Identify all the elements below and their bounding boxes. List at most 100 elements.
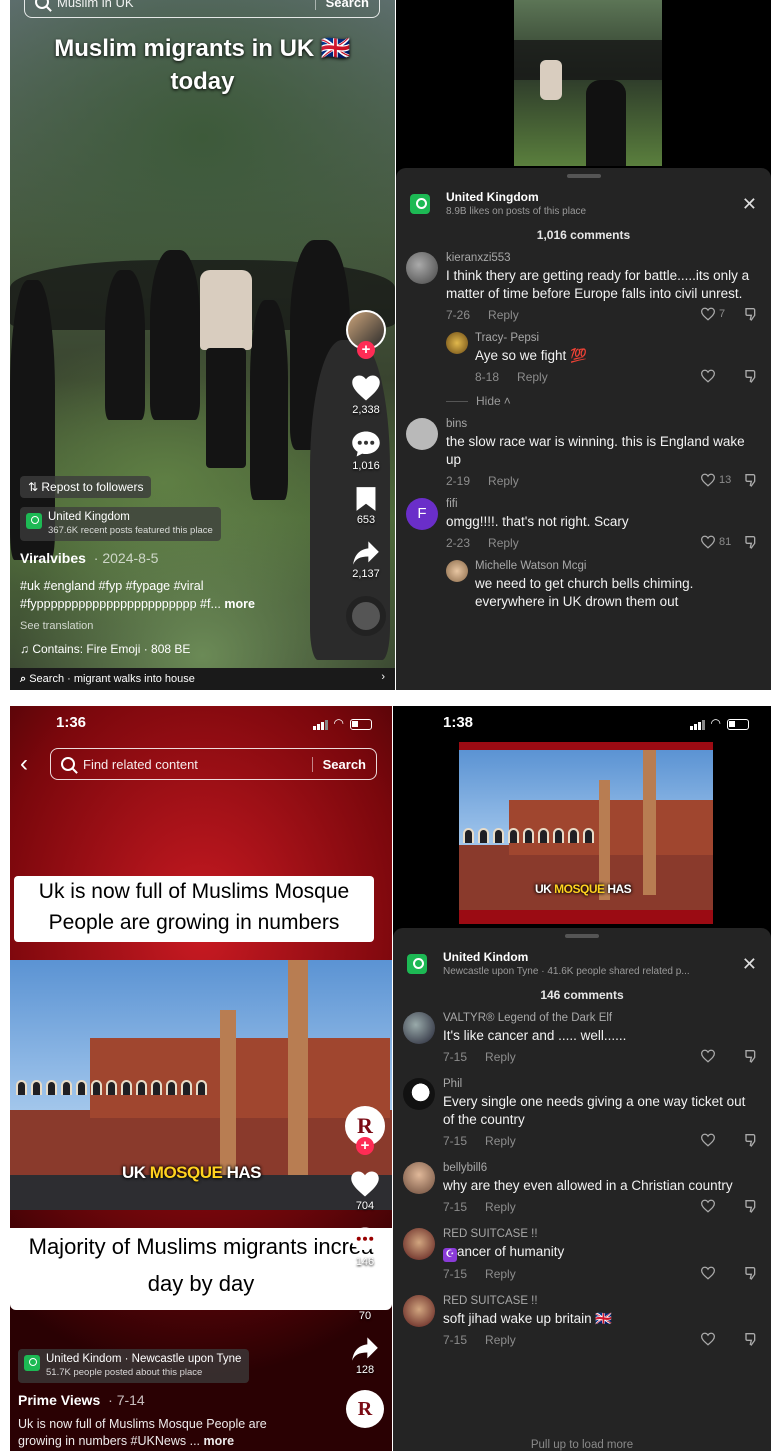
share-button[interactable]: 2,137: [352, 540, 380, 580]
avatar[interactable]: [403, 1012, 435, 1044]
like-button[interactable]: 13: [700, 473, 744, 487]
sound-disc-icon[interactable]: R: [346, 1390, 384, 1428]
heart-outline-icon: [700, 307, 716, 321]
bookmark-icon: [356, 487, 376, 511]
reply-button[interactable]: Reply: [485, 1200, 516, 1214]
avatar[interactable]: [406, 252, 438, 284]
share-button[interactable]: 128: [351, 1336, 379, 1376]
avatar[interactable]: F: [406, 498, 438, 530]
avatar[interactable]: [446, 332, 468, 354]
save-button[interactable]: 653: [355, 486, 377, 526]
more-link[interactable]: more: [224, 597, 255, 611]
status-icons: ◠: [689, 716, 749, 730]
overlay-title: Muslim migrants in UK 🇬🇧 today: [54, 35, 351, 95]
location-chip[interactable]: United Kingdom 367.6K recent posts featu…: [20, 507, 221, 541]
save-button[interactable]: 70: [354, 1282, 376, 1322]
mosque-photo[interactable]: UK MOSQUE HAS: [10, 960, 392, 1210]
reply-button[interactable]: Reply: [485, 1267, 516, 1281]
creator-avatar[interactable]: R +: [345, 1106, 385, 1155]
avatar[interactable]: [446, 560, 468, 582]
chevron-right-icon: ›: [381, 671, 385, 683]
reply-button[interactable]: Reply: [485, 1050, 516, 1064]
video-thumbnail[interactable]: UK MOSQUE HAS: [459, 742, 713, 924]
more-link[interactable]: more: [204, 1434, 235, 1448]
avatar[interactable]: [403, 1162, 435, 1194]
reply-button[interactable]: Reply: [485, 1333, 516, 1347]
dislike-icon[interactable]: [744, 472, 760, 488]
comment-username[interactable]: kieranxzi553: [446, 252, 759, 264]
reply-button[interactable]: Reply: [485, 1134, 516, 1148]
comment-username[interactable]: RED SUITCASE !!: [443, 1228, 759, 1240]
follow-plus-icon[interactable]: +: [357, 341, 375, 359]
back-chevron-icon[interactable]: ‹: [20, 750, 28, 778]
video-panel-1: Muslim in UK Search Muslim migrants in U…: [10, 0, 395, 690]
dislike-icon[interactable]: [744, 1265, 760, 1281]
battery-icon: [727, 719, 749, 730]
comment-username[interactable]: Michelle Watson Mcgi: [475, 560, 759, 572]
sound-disc-icon[interactable]: [346, 596, 386, 636]
like-button[interactable]: [700, 1199, 744, 1213]
person-center: [200, 270, 252, 350]
dislike-icon[interactable]: [744, 1132, 760, 1148]
reply-button[interactable]: Reply: [517, 370, 548, 384]
comment-username[interactable]: VALTYR® Legend of the Dark Elf: [443, 1012, 759, 1024]
comment-username[interactable]: fifi: [446, 498, 759, 510]
comment-username[interactable]: Tracy- Pepsi: [475, 332, 759, 344]
avatar[interactable]: [403, 1078, 435, 1110]
author-name[interactable]: Viralvibes: [20, 550, 86, 566]
like-button[interactable]: 7: [700, 307, 744, 321]
dislike-icon[interactable]: [744, 1048, 760, 1064]
like-button[interactable]: [700, 1133, 744, 1147]
search-button[interactable]: Search: [311, 756, 366, 772]
bookmark-icon: [355, 1283, 375, 1307]
video-thumbnail[interactable]: [514, 0, 662, 166]
bottom-search-bar[interactable]: ⌕ Search · migrant walks into house ›: [10, 668, 395, 690]
dislike-icon[interactable]: [744, 1331, 760, 1347]
avatar[interactable]: [406, 418, 438, 450]
search-bar[interactable]: Find related content Search: [50, 748, 377, 780]
avatar[interactable]: [403, 1295, 435, 1327]
sheet-title[interactable]: United Kingdom: [446, 190, 771, 204]
comment-username[interactable]: bellybill6: [443, 1162, 759, 1174]
like-button[interactable]: [700, 369, 744, 383]
author-name[interactable]: Prime Views: [18, 1392, 100, 1408]
dislike-icon[interactable]: [744, 1198, 760, 1214]
reply-button[interactable]: Reply: [488, 308, 519, 322]
dislike-icon[interactable]: [744, 368, 760, 384]
search-button[interactable]: Search: [314, 0, 369, 10]
follow-plus-icon[interactable]: +: [356, 1137, 374, 1155]
close-icon[interactable]: ✕: [742, 954, 757, 975]
sound-line[interactable]: ♫ Contains: Fire Emoji · 808 BE: [20, 642, 190, 656]
creator-avatar[interactable]: +: [346, 310, 386, 359]
reply-button[interactable]: Reply: [488, 474, 519, 488]
heart-outline-icon: [700, 473, 716, 487]
like-button[interactable]: [700, 1332, 744, 1346]
comment-button[interactable]: 1,016: [351, 430, 381, 472]
comment-username[interactable]: bins: [446, 418, 759, 430]
like-button[interactable]: [700, 1049, 744, 1063]
hide-replies[interactable]: Hide ˄: [446, 394, 771, 408]
avatar[interactable]: [403, 1228, 435, 1260]
action-rail: R + 704 146 70 128 R: [344, 1106, 386, 1428]
dislike-icon[interactable]: [744, 534, 760, 550]
reply-button[interactable]: Reply: [488, 536, 519, 550]
location-chip[interactable]: United Kindom · Newcastle upon Tyne 51.7…: [18, 1349, 250, 1383]
repost-chip[interactable]: ⇅ Repost to followers: [20, 476, 152, 498]
like-button[interactable]: 81: [700, 535, 744, 549]
search-icon: [61, 757, 75, 771]
like-button[interactable]: [700, 1266, 744, 1280]
comment-icon: [352, 431, 380, 457]
comment-item: kieranxzi553 I think thery are getting r…: [396, 252, 771, 322]
like-button[interactable]: 2,338: [351, 374, 381, 416]
dislike-icon[interactable]: [744, 306, 760, 322]
search-input[interactable]: Muslim in UK: [57, 0, 315, 10]
comment-username[interactable]: Phil: [443, 1078, 759, 1090]
sheet-title[interactable]: United Kindom: [443, 950, 771, 964]
search-bar[interactable]: Muslim in UK Search: [24, 0, 380, 18]
comment-button[interactable]: 146: [350, 1226, 380, 1268]
comment-username[interactable]: RED SUITCASE !!: [443, 1295, 759, 1307]
see-translation[interactable]: See translation: [20, 620, 93, 632]
search-input[interactable]: Find related content: [83, 757, 312, 772]
like-button[interactable]: 704: [350, 1170, 380, 1212]
close-icon[interactable]: ✕: [742, 194, 757, 215]
